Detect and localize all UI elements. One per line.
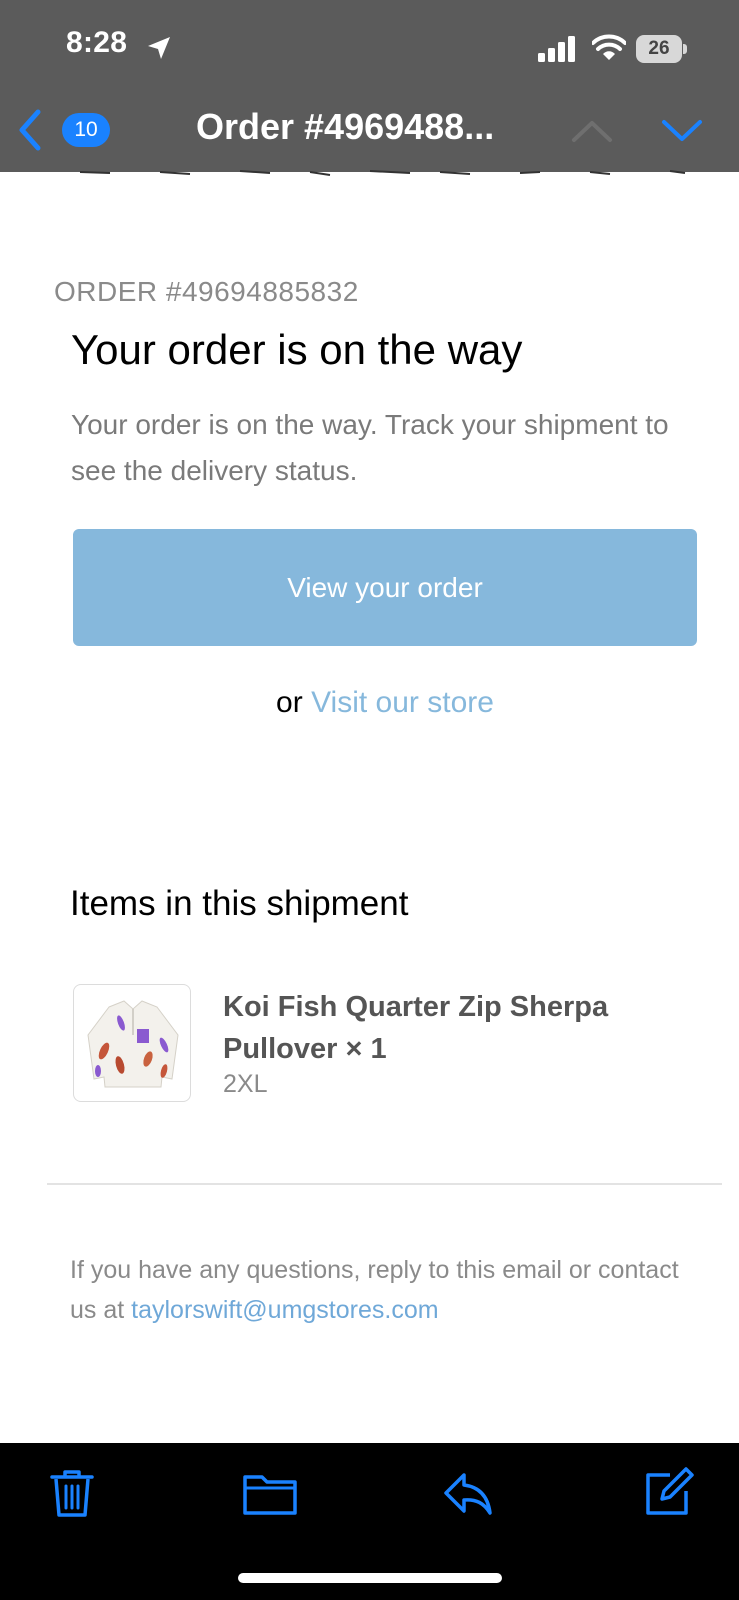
pullover-image	[87, 1000, 179, 1088]
order-number-label: ORDER #49694885832	[54, 276, 359, 307]
previous-message-chevron-up-icon[interactable]	[570, 118, 614, 144]
product-variant: 2XL	[223, 1070, 268, 1098]
section-divider	[47, 1183, 722, 1185]
bottom-toolbar	[0, 1443, 739, 1600]
wifi-icon	[592, 34, 626, 60]
back-chevron-icon[interactable]	[16, 108, 44, 152]
folder-icon[interactable]	[242, 1467, 298, 1519]
footer-text: If you have any questions, reply to this…	[70, 1250, 690, 1330]
footer-email-link[interactable]: taylorswift@umgstores.com	[131, 1296, 438, 1324]
top-bar: 8:28 26 10 Order #4969488...	[0, 0, 739, 172]
cellular-signal-icon	[538, 36, 575, 62]
reply-icon[interactable]	[442, 1467, 494, 1519]
trash-icon[interactable]	[46, 1467, 98, 1519]
battery-tip	[683, 44, 687, 54]
or-text: or	[276, 686, 303, 719]
product-name: Koi Fish Quarter Zip Sherpa Pullover × 1	[223, 991, 609, 1065]
unread-count-badge[interactable]: 10	[62, 113, 110, 147]
visit-store-link[interactable]: Visit our store	[311, 686, 494, 719]
mail-screen: 8:28 26 10 Order #4969488... ORDER #4969…	[0, 0, 739, 1600]
battery-level: 26	[636, 35, 682, 63]
status-time: 8:28	[66, 26, 128, 59]
view-order-button[interactable]: View your order	[73, 529, 697, 646]
email-body-text: Your order is on the way. Track your shi…	[71, 409, 669, 486]
next-message-chevron-down-icon[interactable]	[660, 118, 704, 144]
nav-title: Order #4969488...	[196, 106, 495, 147]
battery-indicator: 26	[636, 35, 687, 63]
compose-icon[interactable]	[642, 1467, 694, 1519]
email-headline: Your order is on the way	[71, 326, 523, 373]
location-arrow-icon	[148, 37, 170, 59]
store-link-line: or Visit our store	[0, 686, 739, 720]
home-indicator[interactable]	[238, 1573, 502, 1583]
cropped-text-remnant	[79, 170, 686, 176]
items-heading: Items in this shipment	[70, 884, 409, 923]
product-image[interactable]	[73, 984, 191, 1102]
